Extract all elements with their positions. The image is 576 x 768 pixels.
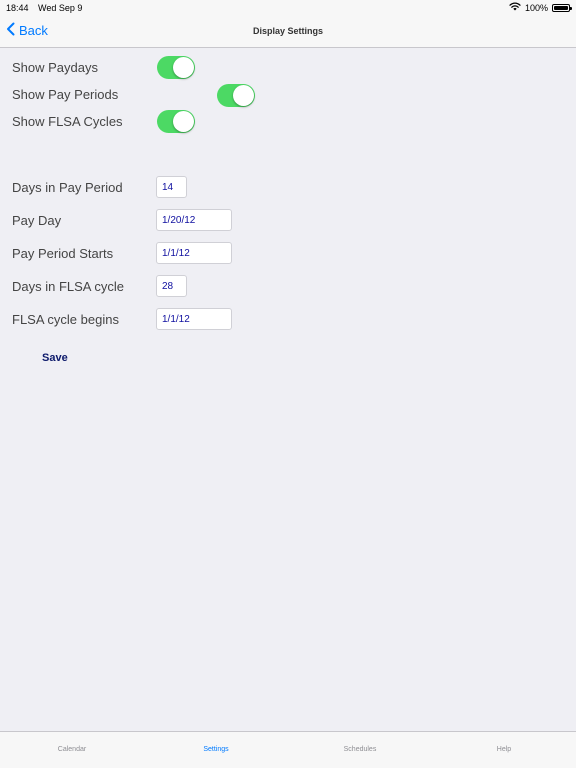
status-right: 100% [509, 2, 572, 13]
battery-percent: 100% [524, 2, 548, 13]
status-bar: 18:44 Wed Sep 9 100% [0, 0, 576, 16]
page-title: Display Settings [252, 26, 324, 36]
tab-schedules[interactable]: Schedules [288, 732, 432, 768]
status-time: 18:44 [6, 3, 29, 13]
days-in-pay-period-label: Days in Pay Period [12, 180, 123, 195]
show-pay-periods-toggle[interactable] [217, 84, 255, 107]
toggle-knob [173, 111, 194, 132]
show-flsa-cycles-toggle[interactable] [157, 110, 195, 133]
pay-period-starts-input[interactable] [156, 242, 232, 264]
toggle-knob [173, 57, 194, 78]
tab-calendar[interactable]: Calendar [0, 732, 144, 768]
pay-day-label: Pay Day [12, 213, 62, 228]
days-in-flsa-cycle-input[interactable] [156, 275, 187, 297]
show-pay-periods-label: Show Pay Periods [12, 87, 119, 102]
wifi-icon [509, 2, 521, 13]
pay-period-starts-label: Pay Period Starts [12, 246, 114, 261]
save-button[interactable]: Save [42, 352, 68, 364]
status-date: Wed Sep 9 [38, 3, 83, 13]
days-in-flsa-cycle-label: Days in FLSA cycle [12, 279, 124, 294]
show-paydays-toggle[interactable] [157, 56, 195, 79]
toggle-knob [233, 85, 254, 106]
tab-settings[interactable]: Settings [144, 732, 288, 768]
days-in-pay-period-input[interactable] [156, 176, 187, 198]
show-flsa-cycles-label: Show FLSA Cycles [12, 114, 123, 129]
flsa-cycle-begins-label: FLSA cycle begins [12, 312, 119, 327]
tab-bar: Calendar Settings Schedules Help [0, 731, 576, 768]
battery-icon [552, 3, 572, 12]
pay-day-input[interactable] [156, 209, 232, 231]
tab-help[interactable]: Help [432, 732, 576, 768]
show-paydays-label: Show Paydays [12, 60, 98, 75]
navigation-bar: Back Display Settings [0, 16, 576, 48]
flsa-cycle-begins-input[interactable] [156, 308, 232, 330]
